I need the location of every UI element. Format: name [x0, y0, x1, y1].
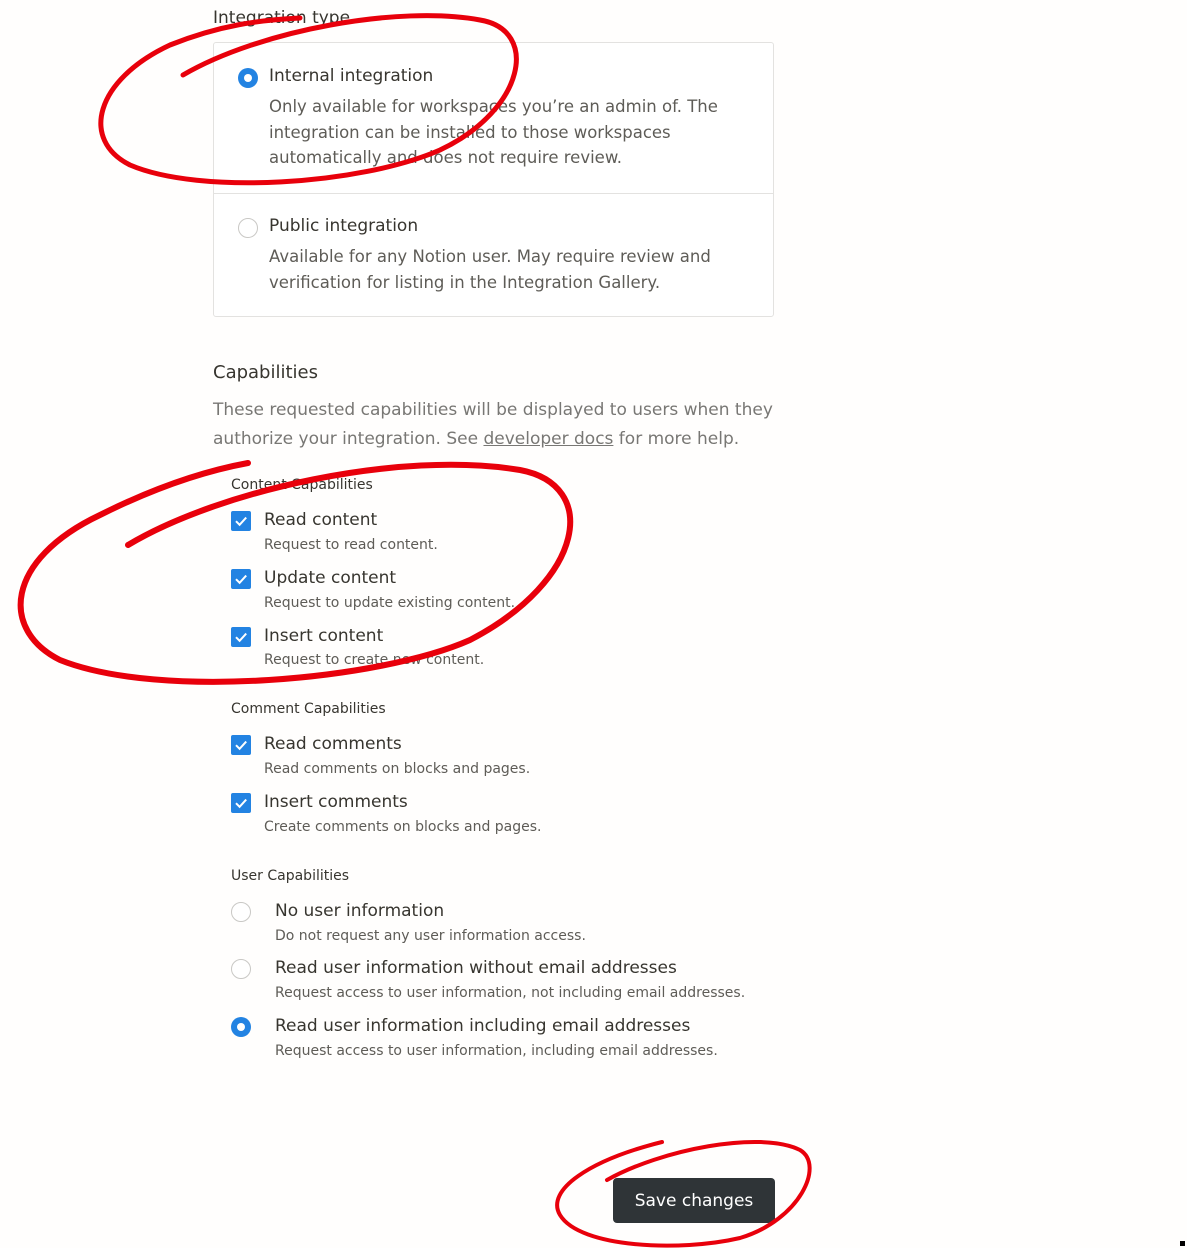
card-divider — [214, 193, 773, 194]
read-comments-checkbox[interactable] — [231, 735, 251, 755]
read-user-info-including-email-radio[interactable] — [231, 1017, 251, 1037]
public-integration-description: Available for any Notion user. May requi… — [269, 247, 711, 292]
corner-mark — [1180, 1241, 1185, 1246]
read-user-info-without-email-radio[interactable] — [231, 959, 251, 979]
insert-comments-checkbox[interactable] — [231, 793, 251, 813]
integration-type-label: Integration type — [213, 8, 351, 28]
read-user-info-without-email-title[interactable]: Read user information without email addr… — [275, 958, 677, 978]
read-comments-description: Read comments on blocks and pages. — [264, 761, 531, 777]
insert-content-checkbox[interactable] — [231, 627, 251, 647]
developer-docs-link[interactable]: developer docs — [483, 429, 613, 449]
insert-content-description: Request to create new content. — [264, 652, 485, 668]
user-capabilities-label: User Capabilities — [231, 868, 350, 884]
no-user-information-description: Do not request any user information acce… — [275, 928, 586, 944]
capabilities-title: Capabilities — [213, 362, 318, 383]
save-changes-button[interactable]: Save changes — [613, 1178, 775, 1223]
update-content-title[interactable]: Update content — [264, 568, 396, 588]
public-integration-radio[interactable] — [238, 218, 258, 238]
read-comments-title[interactable]: Read comments — [264, 734, 402, 754]
capabilities-description: These requested capabilities will be dis… — [213, 396, 773, 454]
content-capabilities-label: Content Capabilities — [231, 477, 373, 493]
comment-capabilities-label: Comment Capabilities — [231, 701, 386, 717]
read-content-title[interactable]: Read content — [264, 510, 377, 530]
internal-integration-title[interactable]: Internal integration — [269, 66, 433, 86]
integration-type-card: Internal integration Only available for … — [213, 42, 774, 317]
capabilities-description-suffix: for more help. — [613, 429, 740, 449]
no-user-information-title[interactable]: No user information — [275, 901, 444, 921]
insert-comments-title[interactable]: Insert comments — [264, 792, 408, 812]
read-user-info-including-email-description: Request access to user information, incl… — [275, 1043, 718, 1059]
public-integration-title[interactable]: Public integration — [269, 216, 418, 236]
update-content-checkbox[interactable] — [231, 569, 251, 589]
internal-integration-radio[interactable] — [238, 68, 258, 88]
update-content-description: Request to update existing content. — [264, 595, 516, 611]
read-content-description: Request to read content. — [264, 537, 438, 553]
insert-comments-description: Create comments on blocks and pages. — [264, 819, 542, 835]
read-content-checkbox[interactable] — [231, 511, 251, 531]
insert-content-title[interactable]: Insert content — [264, 626, 383, 646]
read-user-info-including-email-title[interactable]: Read user information including email ad… — [275, 1016, 690, 1036]
no-user-information-radio[interactable] — [231, 902, 251, 922]
read-user-info-without-email-description: Request access to user information, not … — [275, 985, 746, 1001]
internal-integration-description: Only available for workspaces you’re an … — [269, 97, 718, 167]
